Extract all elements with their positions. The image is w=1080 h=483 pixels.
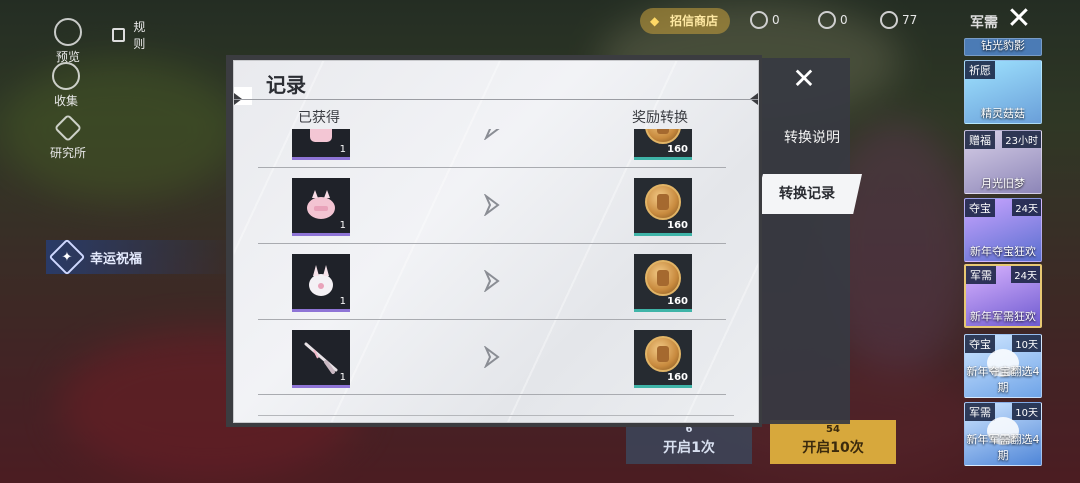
rifle-icon	[304, 342, 338, 374]
event-item[interactable]: 赠福 23小时 月光旧梦	[964, 130, 1042, 194]
tab-conversion-record[interactable]: 转换记录	[752, 174, 862, 214]
reward-value: 160	[667, 144, 688, 155]
collect-label: 收集	[53, 94, 78, 108]
item-qty: 1	[339, 144, 346, 155]
reward-value: 160	[667, 372, 688, 383]
event-item[interactable]: 夺宝 24天 新年夺宝狂欢	[964, 198, 1042, 262]
event-time: 10天	[1012, 403, 1041, 420]
preview-icon	[54, 18, 82, 46]
event-time: 24天	[1011, 266, 1040, 283]
item-qty: 1	[339, 220, 346, 231]
rules-button[interactable]: 规则	[112, 18, 150, 52]
item-slot: 1	[292, 330, 350, 388]
event-item[interactable]: 夺宝 10天 新年夺宝翻选4期	[964, 334, 1042, 398]
institute-label: 研究所	[50, 146, 87, 160]
item-qty: 1	[339, 372, 346, 383]
coin-icon	[645, 184, 681, 220]
currency-2-value: 0	[840, 13, 848, 27]
record-list[interactable]: 1 160 1 160 1 160 1 160	[258, 129, 726, 401]
open-once-label: 开启1次	[663, 440, 715, 456]
reward-slot: 160	[634, 254, 692, 312]
rules-label: 规则	[133, 20, 146, 51]
arrow-right-icon	[484, 346, 500, 368]
lucky-blessing-label: 幸运祝福	[90, 251, 143, 267]
reward-value: 160	[667, 296, 688, 307]
side-tab-panel	[762, 58, 850, 424]
reward-slot: 160	[634, 330, 692, 388]
column-header-obtained: 已获得	[298, 110, 340, 126]
modal-title: 记录	[266, 73, 306, 97]
event-name: 精灵菇菇	[981, 107, 1025, 120]
event-tag: 祈愿	[965, 61, 995, 79]
event-name: 月光旧梦	[981, 177, 1025, 190]
shop-badge[interactable]: 招信商店	[640, 8, 731, 34]
item-slot: 1	[292, 129, 350, 160]
modal-close-icon[interactable]: ✕	[782, 62, 826, 96]
list-bottom-divider	[258, 415, 734, 416]
event-time: 23小时	[1002, 131, 1041, 148]
event-name: 钻光豹影	[981, 39, 1025, 52]
coin-icon	[645, 260, 681, 296]
event-name: 新年军需翻选4期	[966, 433, 1040, 462]
pink-bunny-backpack-icon	[307, 190, 335, 219]
event-item[interactable]: 祈愿 精灵菇菇	[964, 60, 1042, 124]
currency-2: 0	[818, 11, 848, 29]
collect-button[interactable]: 收集	[52, 62, 80, 109]
open-ten-cost: 54	[826, 424, 840, 435]
item-slot: 1	[292, 178, 350, 236]
pink-bag-icon	[310, 129, 332, 142]
arrow-right-icon	[484, 129, 500, 140]
institute-button[interactable]: 研究所	[50, 113, 87, 161]
preview-button[interactable]: 预览	[54, 18, 82, 65]
column-header-reward: 奖励转换	[632, 110, 688, 126]
reward-slot: 160	[634, 178, 692, 236]
record-row: 1 160	[258, 129, 726, 167]
header-divider	[234, 99, 758, 100]
event-tag: 军需	[966, 266, 996, 284]
event-name: 新年夺宝翻选4期	[966, 365, 1040, 394]
tab-conversion-explain[interactable]: 转换说明	[762, 118, 862, 158]
event-list: 钻光豹影 祈愿 精灵菇菇 赠福 23小时 月光旧梦 夺宝 24天 新年夺宝狂欢 …	[960, 38, 1080, 483]
arrow-right-icon	[484, 194, 500, 216]
coin-icon	[750, 11, 768, 29]
lucky-blessing-button[interactable]: ✦ 幸运祝福	[46, 238, 236, 276]
rules-icon	[112, 28, 125, 42]
record-row: 1 160	[258, 319, 726, 395]
event-time: 24天	[1012, 199, 1041, 216]
institute-icon	[53, 113, 83, 143]
open-ten-label: 开启10次	[802, 440, 864, 456]
record-modal: 记录 已获得 奖励转换 1 160 1 160 1 160 1 160	[233, 60, 759, 423]
record-row: 1 160	[258, 243, 726, 319]
arrow-right-icon	[484, 270, 500, 292]
currency-1-value: 0	[772, 13, 780, 27]
event-name: 新年夺宝狂欢	[970, 245, 1036, 258]
reward-slot: 160	[634, 129, 692, 160]
event-item-selected[interactable]: 军需 24天 新年军需狂欢	[964, 264, 1042, 328]
diamond-icon	[52, 62, 80, 90]
event-name: 新年军需狂欢	[970, 310, 1036, 323]
coin-icon	[645, 336, 681, 372]
star-icon: ✦	[48, 238, 86, 276]
event-tag: 夺宝	[965, 335, 995, 353]
currency-1: 0	[750, 11, 780, 29]
coin-icon	[880, 11, 898, 29]
event-item[interactable]: 钻光豹影	[964, 38, 1042, 56]
record-row: 1 160	[258, 167, 726, 243]
currency-3: 77	[880, 11, 917, 29]
event-time: 10天	[1012, 335, 1041, 352]
event-tag: 夺宝	[965, 199, 995, 217]
currency-3-value: 77	[902, 13, 918, 27]
item-slot: 1	[292, 254, 350, 312]
event-item[interactable]: 军需 10天 新年军需翻选4期	[964, 402, 1042, 466]
page-title: 军需	[970, 15, 998, 31]
coin-icon	[645, 129, 681, 144]
reward-value: 160	[667, 220, 688, 231]
event-tag: 军需	[965, 403, 995, 421]
item-qty: 1	[339, 296, 346, 307]
event-tag: 赠福	[965, 131, 995, 149]
close-icon[interactable]: ✕	[1004, 4, 1034, 34]
open-ten-button[interactable]: 54 开启10次	[770, 420, 896, 464]
coin-icon	[818, 11, 836, 29]
white-backpack-icon	[309, 265, 333, 296]
